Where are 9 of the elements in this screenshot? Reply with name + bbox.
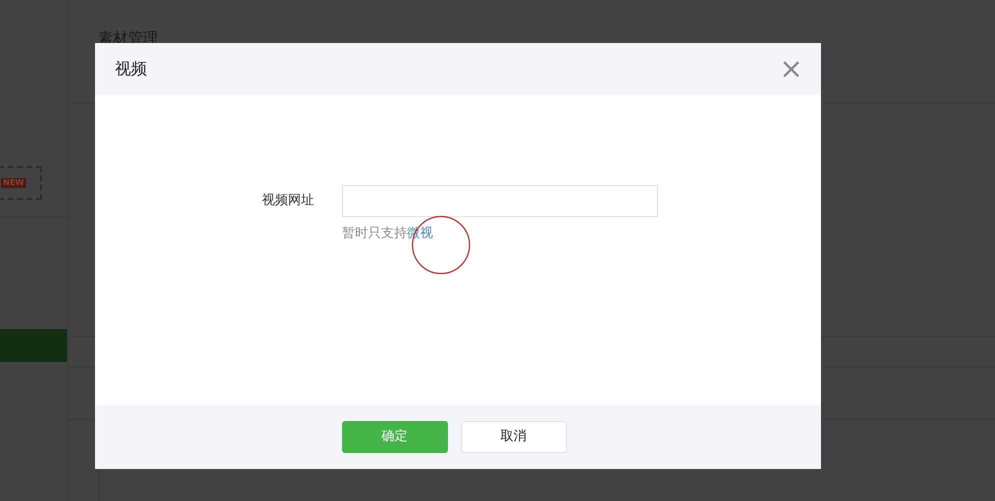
upload-placeholder[interactable]: NEW xyxy=(0,166,42,200)
field-label: 视频网址 xyxy=(261,192,315,210)
cancel-button[interactable]: 取消 xyxy=(460,421,566,453)
confirm-button[interactable]: 确定 xyxy=(342,421,448,453)
dialog-title: 视频 xyxy=(115,58,147,80)
close-button[interactable]: × xyxy=(780,56,803,82)
new-tag: NEW xyxy=(1,178,26,188)
active-nav-bar[interactable] xyxy=(0,329,67,362)
video-url-field[interactable] xyxy=(342,185,658,217)
